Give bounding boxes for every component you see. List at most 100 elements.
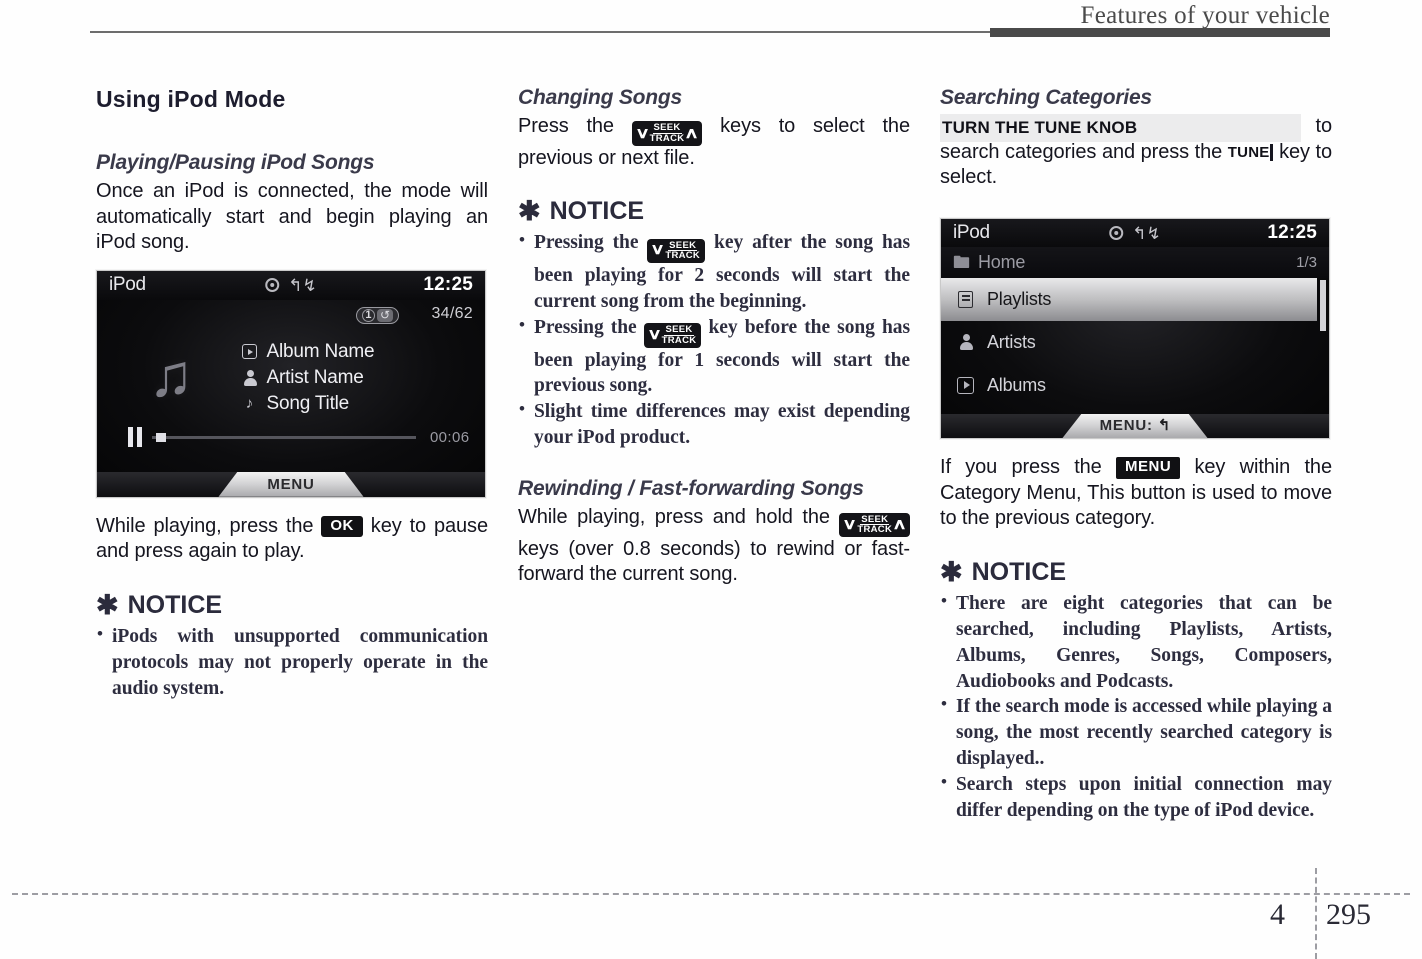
- notice-heading-label: NOTICE: [971, 557, 1067, 586]
- footer-chapter-number: 4: [1270, 898, 1285, 931]
- menu-key-pre: If you press the: [940, 456, 1102, 478]
- music-note-icon: ♫: [148, 341, 194, 409]
- notice-item: If the search mode is accessed while pla…: [940, 693, 1332, 772]
- ok-key-badge[interactable]: OK: [321, 515, 363, 537]
- subsection-searching-categories: Searching Categories: [940, 86, 1152, 109]
- notice-list-1: iPods with unsupported communication pro…: [96, 623, 488, 702]
- notice-item: Search steps upon initial connection may…: [940, 771, 1332, 824]
- page-header: Features of your vehicle: [0, 0, 1422, 40]
- notice-heading-label: NOTICE: [127, 590, 223, 619]
- notice-item: iPods with unsupported communication pro…: [96, 623, 488, 702]
- list-item-label: Playlists: [987, 289, 1052, 309]
- changing-pre: Press the: [518, 115, 614, 137]
- header-title: Features of your vehicle: [1080, 2, 1330, 29]
- header-rule-thin: [90, 31, 990, 33]
- list-item-playlists[interactable]: Playlists: [941, 278, 1317, 321]
- ipod-player-screenshot: iPod ↰↯ 12:25 34/62 1 ↺ ♫ Album Name Art…: [96, 269, 486, 498]
- disc-icon: [1109, 226, 1124, 241]
- ok-key-pre: While playing, press the: [96, 514, 314, 537]
- category-clock: 12:25: [1267, 222, 1317, 244]
- tune-key-token[interactable]: TUNE: [1228, 143, 1270, 162]
- song-icon: ♪: [245, 395, 254, 413]
- scrollbar[interactable]: [1320, 280, 1326, 331]
- notice-heading-2: ✱ NOTICE: [518, 197, 910, 226]
- disc-icon: [265, 278, 280, 293]
- chevron-down-icon: ∨: [842, 516, 858, 534]
- footer-page-number: 295: [1326, 898, 1371, 931]
- column-3: Searching Categories TURN THE TUNE KNOB …: [940, 86, 1332, 824]
- ok-key-paragraph: While playing, press the OK key to pause…: [96, 514, 488, 565]
- player-album-name: Album Name: [266, 340, 375, 362]
- chevron-up-icon: ∧: [892, 516, 907, 534]
- player-bottom-rail: MENU: [97, 471, 485, 497]
- ipod-category-screenshot: iPod ↰↯ 12:25 🖿 Home 1/3 Playlists Artis…: [940, 218, 1330, 439]
- notice-heading-3: ✱ NOTICE: [940, 558, 1332, 587]
- notice-star-icon: ✱: [96, 589, 119, 620]
- breadcrumb-label: Home: [978, 252, 1026, 273]
- album-icon: [955, 375, 976, 396]
- category-status-icons: ↰↯: [1109, 225, 1161, 242]
- menu-tab-button[interactable]: MENU: [218, 471, 364, 497]
- chevron-down-icon: ∨: [650, 242, 666, 259]
- footer-rule: [12, 893, 1410, 895]
- rewind-pre: While playing, press and hold the: [518, 506, 830, 529]
- page-title: Using iPod Mode: [96, 86, 286, 112]
- menu-tab-label: MENU: [267, 475, 315, 493]
- menu-tab-label: MENU:: [1099, 417, 1153, 435]
- track-label: TRACK: [649, 133, 685, 144]
- subsection-rewinding: Rewinding / Fast-forwarding Songs: [518, 477, 864, 501]
- notice-star-icon: ✱: [940, 556, 963, 587]
- notice-star-icon: ✱: [518, 196, 541, 227]
- artist-icon: [241, 369, 259, 386]
- seek-track-key[interactable]: ∨ SEEK TRACK ∧: [631, 121, 703, 146]
- list-item-label: Artists: [987, 331, 1036, 352]
- progress-slider[interactable]: [152, 432, 416, 442]
- back-arrow-icon: ↰: [1157, 417, 1171, 435]
- chevron-down-icon: ∨: [646, 326, 662, 343]
- player-status-icons: ↰↯: [265, 277, 317, 294]
- list-item-albums[interactable]: Albums: [941, 364, 1329, 407]
- notice-pre: Pressing the: [534, 232, 639, 254]
- progress-handle[interactable]: [155, 432, 166, 442]
- notice-heading-label: NOTICE: [549, 197, 645, 226]
- subsection-changing-songs: Changing Songs: [518, 86, 683, 109]
- notice-item: There are eight categories that can be s…: [940, 590, 1332, 695]
- menu-tab-button[interactable]: MENU: ↰: [1062, 413, 1208, 438]
- player-song-row: ♪ Song Title: [241, 393, 375, 415]
- player-track-counter: 34/62: [431, 304, 473, 322]
- list-item-artists[interactable]: Artists: [941, 321, 1329, 364]
- player-progress-row: 00:06: [128, 427, 469, 448]
- notice-pre: Pressing the: [534, 316, 637, 338]
- player-artist-row: Artist Name: [241, 367, 375, 389]
- pause-icon[interactable]: [128, 427, 143, 448]
- breadcrumb: 🖿 Home 1/3: [941, 247, 1329, 279]
- usb-icon: ↰↯: [288, 275, 317, 295]
- player-status-bar: iPod ↰↯ 12:25: [97, 270, 485, 301]
- player-clock: 12:25: [423, 274, 473, 296]
- track-label: TRACK: [857, 524, 893, 536]
- player-source-label: iPod: [109, 274, 146, 296]
- album-icon: [241, 344, 259, 360]
- menu-key-paragraph: If you press the MENU key within the Cat…: [940, 455, 1332, 532]
- notice-heading-1: ✱ NOTICE: [96, 591, 488, 620]
- menu-key-badge[interactable]: MENU: [1116, 457, 1181, 479]
- rewind-post: keys (over 0.8 seconds) to rewind or fas…: [518, 537, 910, 586]
- intro-paragraph: Once an iPod is connected, the mode will…: [96, 180, 488, 254]
- breadcrumb-page-indicator: 1/3: [1296, 254, 1317, 272]
- notice-item: Slight time differences may exist depend…: [518, 398, 910, 451]
- track-label: TRACK: [665, 250, 701, 262]
- seek-track-key[interactable]: ∨ SEEK TRACK ∧: [839, 512, 910, 537]
- player-artist-name: Artist Name: [266, 366, 364, 388]
- column-2: Changing Songs Press the ∨ SEEK TRACK ∧ …: [518, 86, 910, 588]
- changing-songs-paragraph: Press the ∨ SEEK TRACK ∧ keys to select …: [518, 114, 910, 171]
- notice-list-3: There are eight categories that can be s…: [940, 590, 1332, 824]
- seek-track-key[interactable]: ∨ SEEK TRACK ∧: [643, 323, 702, 348]
- folder-icon: 🖿: [953, 253, 970, 273]
- player-song-title: Song Title: [266, 392, 350, 414]
- footer-vertical-rule: [1315, 868, 1317, 959]
- rewinding-paragraph: While playing, press and hold the ∨ SEEK…: [518, 505, 910, 588]
- notice-item: Pressing the ∨ SEEK TRACK ∧ key before t…: [518, 314, 910, 400]
- seek-track-key[interactable]: ∨ SEEK TRACK ∧: [647, 238, 706, 263]
- artist-icon: [955, 332, 976, 353]
- manual-page: Features of your vehicle Using iPod Mode…: [0, 0, 1422, 959]
